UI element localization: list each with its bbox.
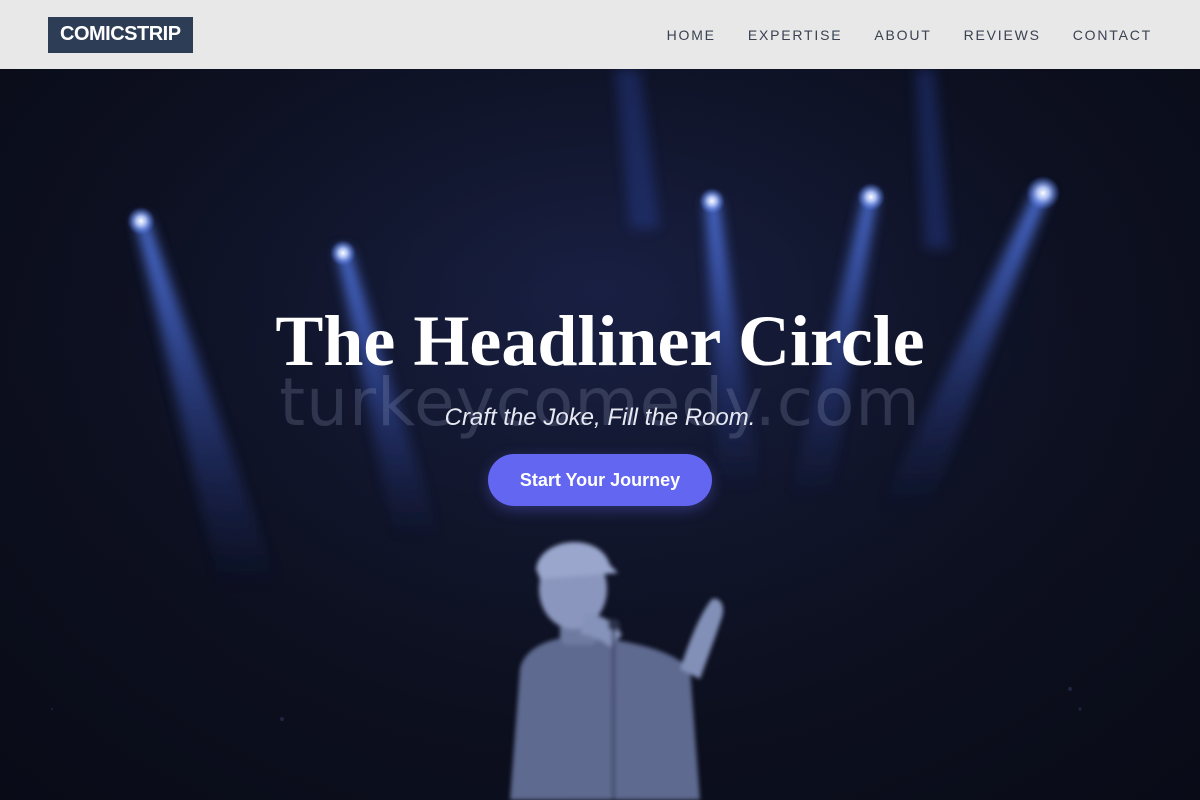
hero-section: turkeycomedy.com The Headliner Circle Cr… bbox=[0, 69, 1200, 800]
nav-home-link[interactable]: HOME bbox=[667, 27, 716, 43]
start-journey-button[interactable]: Start Your Journey bbox=[488, 454, 712, 506]
main-nav: HOME EXPERTISE ABOUT REVIEWS CONTACT bbox=[667, 27, 1152, 43]
nav-contact-link[interactable]: CONTACT bbox=[1073, 27, 1152, 43]
hero-title: The Headliner Circle bbox=[275, 301, 925, 381]
hero-subtitle: Craft the Joke, Fill the Room. bbox=[444, 404, 756, 431]
nav-expertise-link[interactable]: EXPERTISE bbox=[748, 27, 843, 43]
site-header: COMICSTRIP HOME EXPERTISE ABOUT REVIEWS … bbox=[0, 0, 1200, 69]
nav-about-link[interactable]: ABOUT bbox=[874, 27, 931, 43]
nav-reviews-link[interactable]: REVIEWS bbox=[964, 27, 1041, 43]
site-logo[interactable]: COMICSTRIP bbox=[48, 16, 193, 53]
